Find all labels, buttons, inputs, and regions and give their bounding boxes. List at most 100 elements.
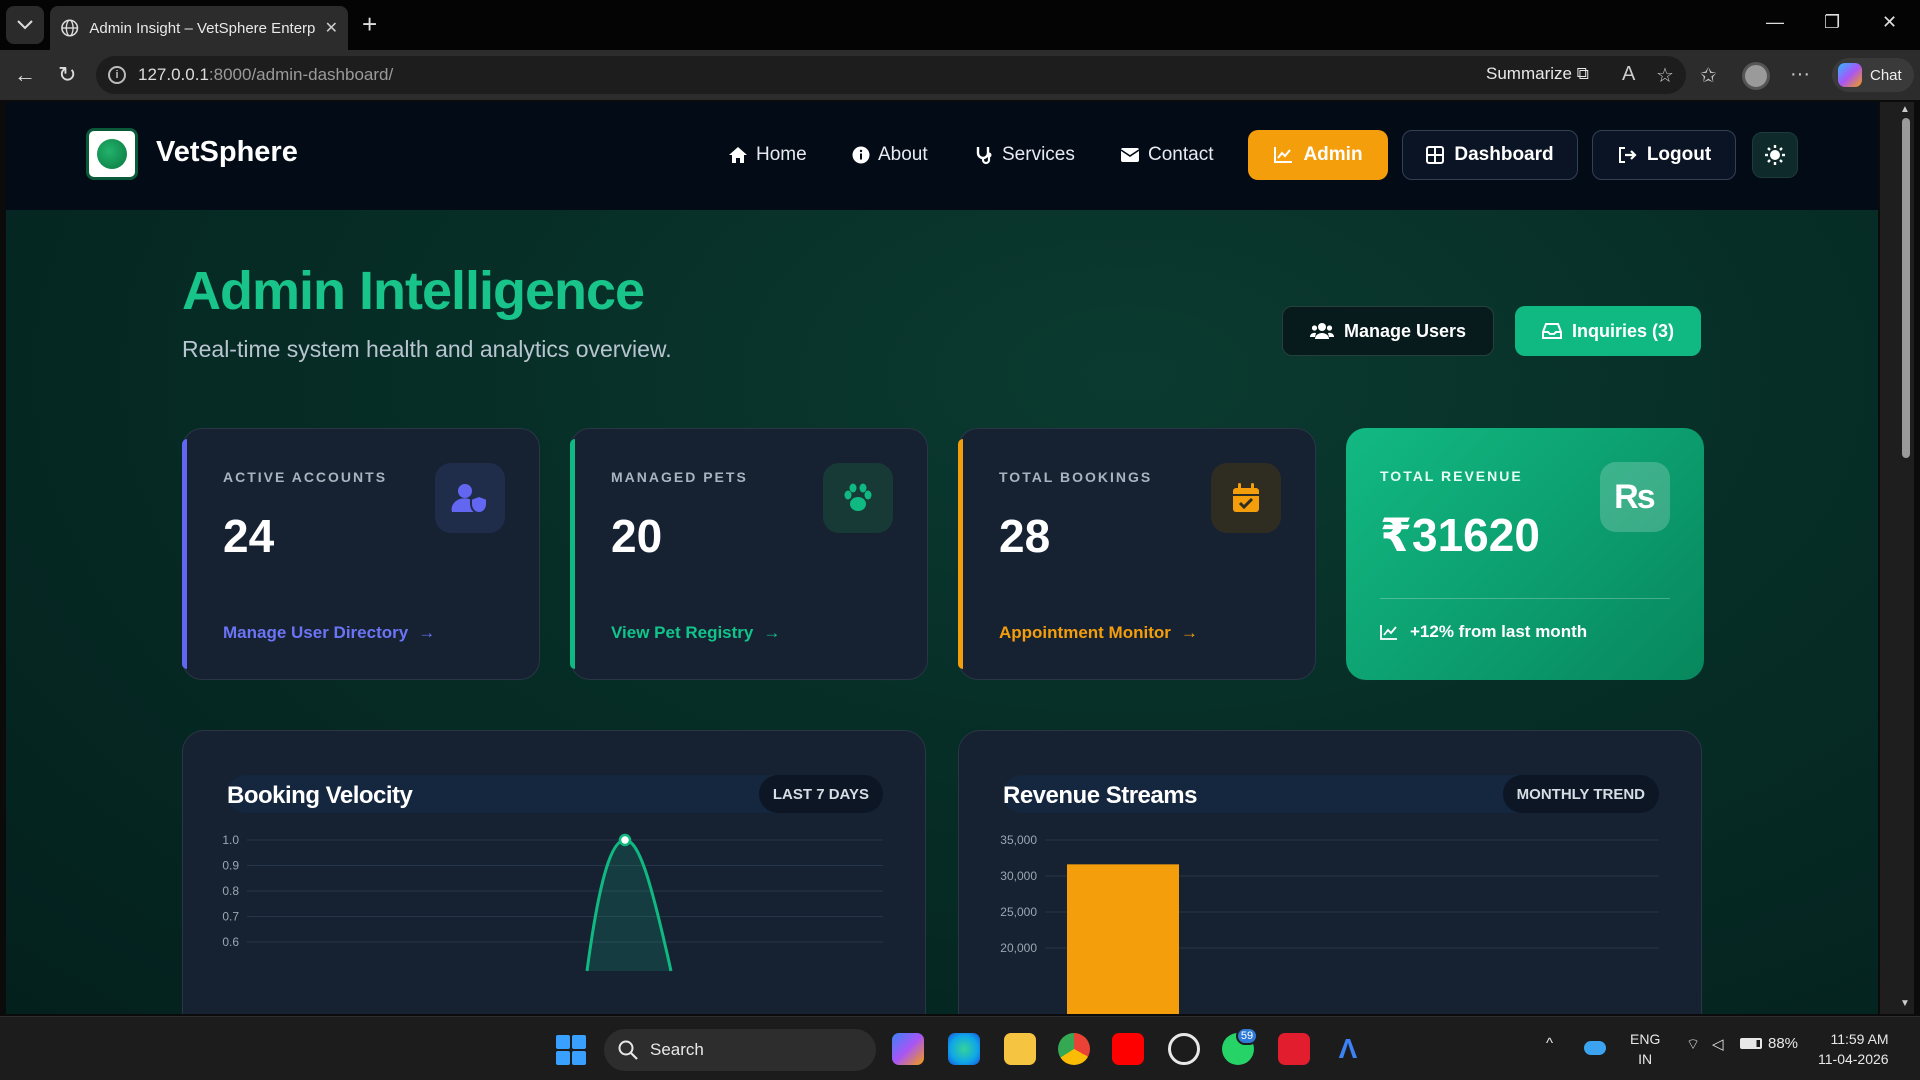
y-tick-label: 0.8 <box>222 884 239 898</box>
y-tick-label: 0.9 <box>222 859 239 873</box>
reload-icon[interactable]: ↻ <box>58 62 76 88</box>
minimize-icon[interactable]: — <box>1766 12 1784 33</box>
stat-value: 24 <box>223 510 275 562</box>
back-arrow-icon[interactable]: ← <box>14 62 36 88</box>
site-info-icon[interactable]: i <box>108 66 126 84</box>
rupee-icon: ₨ <box>1600 462 1670 532</box>
view-pet-registry-link[interactable]: View Pet Registry → <box>611 623 780 643</box>
card-accent-bar <box>570 439 575 669</box>
scroll-thumb[interactable] <box>1902 118 1910 458</box>
calendar-check-icon <box>1211 463 1281 533</box>
appointment-monitor-link[interactable]: Appointment Monitor → <box>999 623 1198 643</box>
y-tick-label: 35,000 <box>1000 833 1037 847</box>
scroll-up-icon[interactable]: ▲ <box>1900 104 1910 115</box>
profile-avatar[interactable] <box>1742 62 1770 90</box>
close-tab-icon[interactable]: ✕ <box>325 18 338 38</box>
chart-line-icon <box>1274 147 1293 163</box>
y-tick-label: 1.0 <box>222 833 239 847</box>
system-clock[interactable]: 11:59 AM 11-04-2026 <box>1818 1029 1889 1069</box>
stat-label: TOTAL REVENUE <box>1380 468 1523 484</box>
revenue-bar <box>1067 864 1179 1014</box>
globe-icon <box>61 19 79 37</box>
envelope-icon <box>1120 148 1140 162</box>
page-viewport: VetSphere Home About Services Contact Ad… <box>6 102 1878 1014</box>
y-tick-label: 30,000 <box>1000 869 1037 883</box>
y-tick-label: 20,000 <box>1000 941 1037 955</box>
nav-contact[interactable]: Contact <box>1120 144 1213 166</box>
more-options-icon[interactable]: ··· <box>1790 63 1810 86</box>
wps-office-icon[interactable] <box>1278 1033 1310 1065</box>
show-hidden-icons-icon[interactable]: ^ <box>1546 1035 1553 1052</box>
close-window-icon[interactable]: ✕ <box>1882 12 1897 33</box>
card-accent-bar <box>958 439 963 669</box>
onedrive-icon[interactable] <box>1584 1041 1606 1055</box>
tab-actions-button[interactable] <box>6 6 44 44</box>
address-bar: ← ↻ i 127.0.0.1:8000/admin-dashboard/ Su… <box>0 50 1920 100</box>
card-accent-bar <box>182 439 187 669</box>
booking-velocity-chart: 1.0 0.9 0.8 0.7 0.6 <box>222 833 883 972</box>
line-area-fill <box>587 840 671 971</box>
favorite-star-icon[interactable]: ☆ <box>1656 63 1674 88</box>
page-title: Admin Intelligence <box>182 261 645 321</box>
home-icon <box>729 147 747 163</box>
manage-user-directory-link[interactable]: Manage User Directory → <box>223 623 435 643</box>
copilot-chat-button[interactable]: Chat <box>1832 58 1914 92</box>
battery-indicator[interactable]: 88% <box>1740 1035 1798 1052</box>
read-aloud-icon[interactable]: A <box>1622 63 1635 86</box>
url-field[interactable]: i 127.0.0.1:8000/admin-dashboard/ <box>96 56 1686 94</box>
admin-button[interactable]: Admin <box>1248 130 1388 180</box>
wifi-icon[interactable]: ⌔ <box>1686 1035 1700 1054</box>
stat-label: ACTIVE ACCOUNTS <box>223 469 388 485</box>
summarize-button[interactable]: Summarize ⧉ <box>1486 64 1589 84</box>
chatgpt-icon[interactable] <box>1168 1033 1200 1065</box>
page-scrollbar[interactable]: ▲ ▼ <box>1880 102 1914 1014</box>
chart-line-icon <box>1380 625 1397 640</box>
battery-icon <box>1740 1038 1762 1049</box>
y-tick-label: 0.7 <box>222 910 239 924</box>
stat-card-revenue: TOTAL REVENUE ₹31620 ₨ +12% from last mo… <box>1346 428 1704 680</box>
new-tab-button[interactable]: + <box>362 10 377 38</box>
site-logo[interactable] <box>86 128 138 180</box>
user-shield-icon <box>435 463 505 533</box>
y-tick-label: 0.6 <box>222 935 239 949</box>
stat-card-pets: MANAGED PETS 20 View Pet Registry → <box>570 428 928 680</box>
favorites-icon[interactable]: ✩ <box>1700 63 1717 88</box>
stat-card-accounts: ACTIVE ACCOUNTS 24 Manage User Directory… <box>182 428 540 680</box>
copilot-icon <box>1838 63 1862 87</box>
data-point <box>618 833 632 847</box>
restore-icon[interactable]: ❐ <box>1824 12 1840 33</box>
revenue-trend: +12% from last month <box>1380 622 1587 642</box>
volume-icon[interactable]: ◁ <box>1712 1035 1724 1053</box>
manage-users-button[interactable]: Manage Users <box>1282 306 1494 356</box>
search-icon <box>618 1040 638 1060</box>
language-indicator[interactable]: ENG IN <box>1630 1029 1660 1069</box>
windows-start-icon[interactable] <box>556 1035 586 1065</box>
theme-toggle-button[interactable] <box>1752 132 1798 178</box>
windows-taskbar: Search 59 Λ ^ ENG IN ⌔ ◁ 88% 11:59 AM 11-0… <box>0 1016 1920 1080</box>
youtube-icon[interactable] <box>1112 1033 1144 1065</box>
chrome-icon[interactable] <box>1058 1033 1090 1065</box>
brand-name[interactable]: VetSphere <box>156 136 298 169</box>
dashboard-button[interactable]: Dashboard <box>1402 130 1578 180</box>
arrow-right-icon: → <box>763 623 781 642</box>
app-launcher-icon[interactable]: Λ <box>1332 1033 1364 1065</box>
logout-button[interactable]: Logout <box>1592 130 1736 180</box>
file-explorer-icon[interactable] <box>1004 1033 1036 1065</box>
copilot-app-icon[interactable] <box>892 1033 924 1065</box>
browser-tab[interactable]: Admin Insight – VetSphere Enterprise ✕ <box>50 6 348 50</box>
taskbar-search[interactable]: Search <box>604 1029 876 1071</box>
inquiries-button[interactable]: Inquiries (3) <box>1515 306 1701 356</box>
revenue-streams-chart: 35,000 30,000 25,000 20,000 <box>1000 833 1659 1014</box>
url-text: 127.0.0.1:8000/admin-dashboard/ <box>138 65 394 84</box>
nav-about[interactable]: About <box>852 144 928 166</box>
edge-browser-icon[interactable] <box>948 1033 980 1065</box>
scroll-down-icon[interactable]: ▼ <box>1900 998 1910 1009</box>
y-tick-label: 25,000 <box>1000 905 1037 919</box>
nav-home[interactable]: Home <box>728 144 807 166</box>
stat-label: TOTAL BOOKINGS <box>999 469 1153 485</box>
nav-services[interactable]: Services <box>974 144 1075 166</box>
stat-card-bookings: TOTAL BOOKINGS 28 Appointment Monitor → <box>958 428 1316 680</box>
revenue-streams-panel: Revenue Streams MONTHLY TREND 35,000 30,0… <box>958 730 1702 1014</box>
arrow-right-icon: → <box>1180 623 1198 642</box>
inbox-icon <box>1541 323 1562 339</box>
